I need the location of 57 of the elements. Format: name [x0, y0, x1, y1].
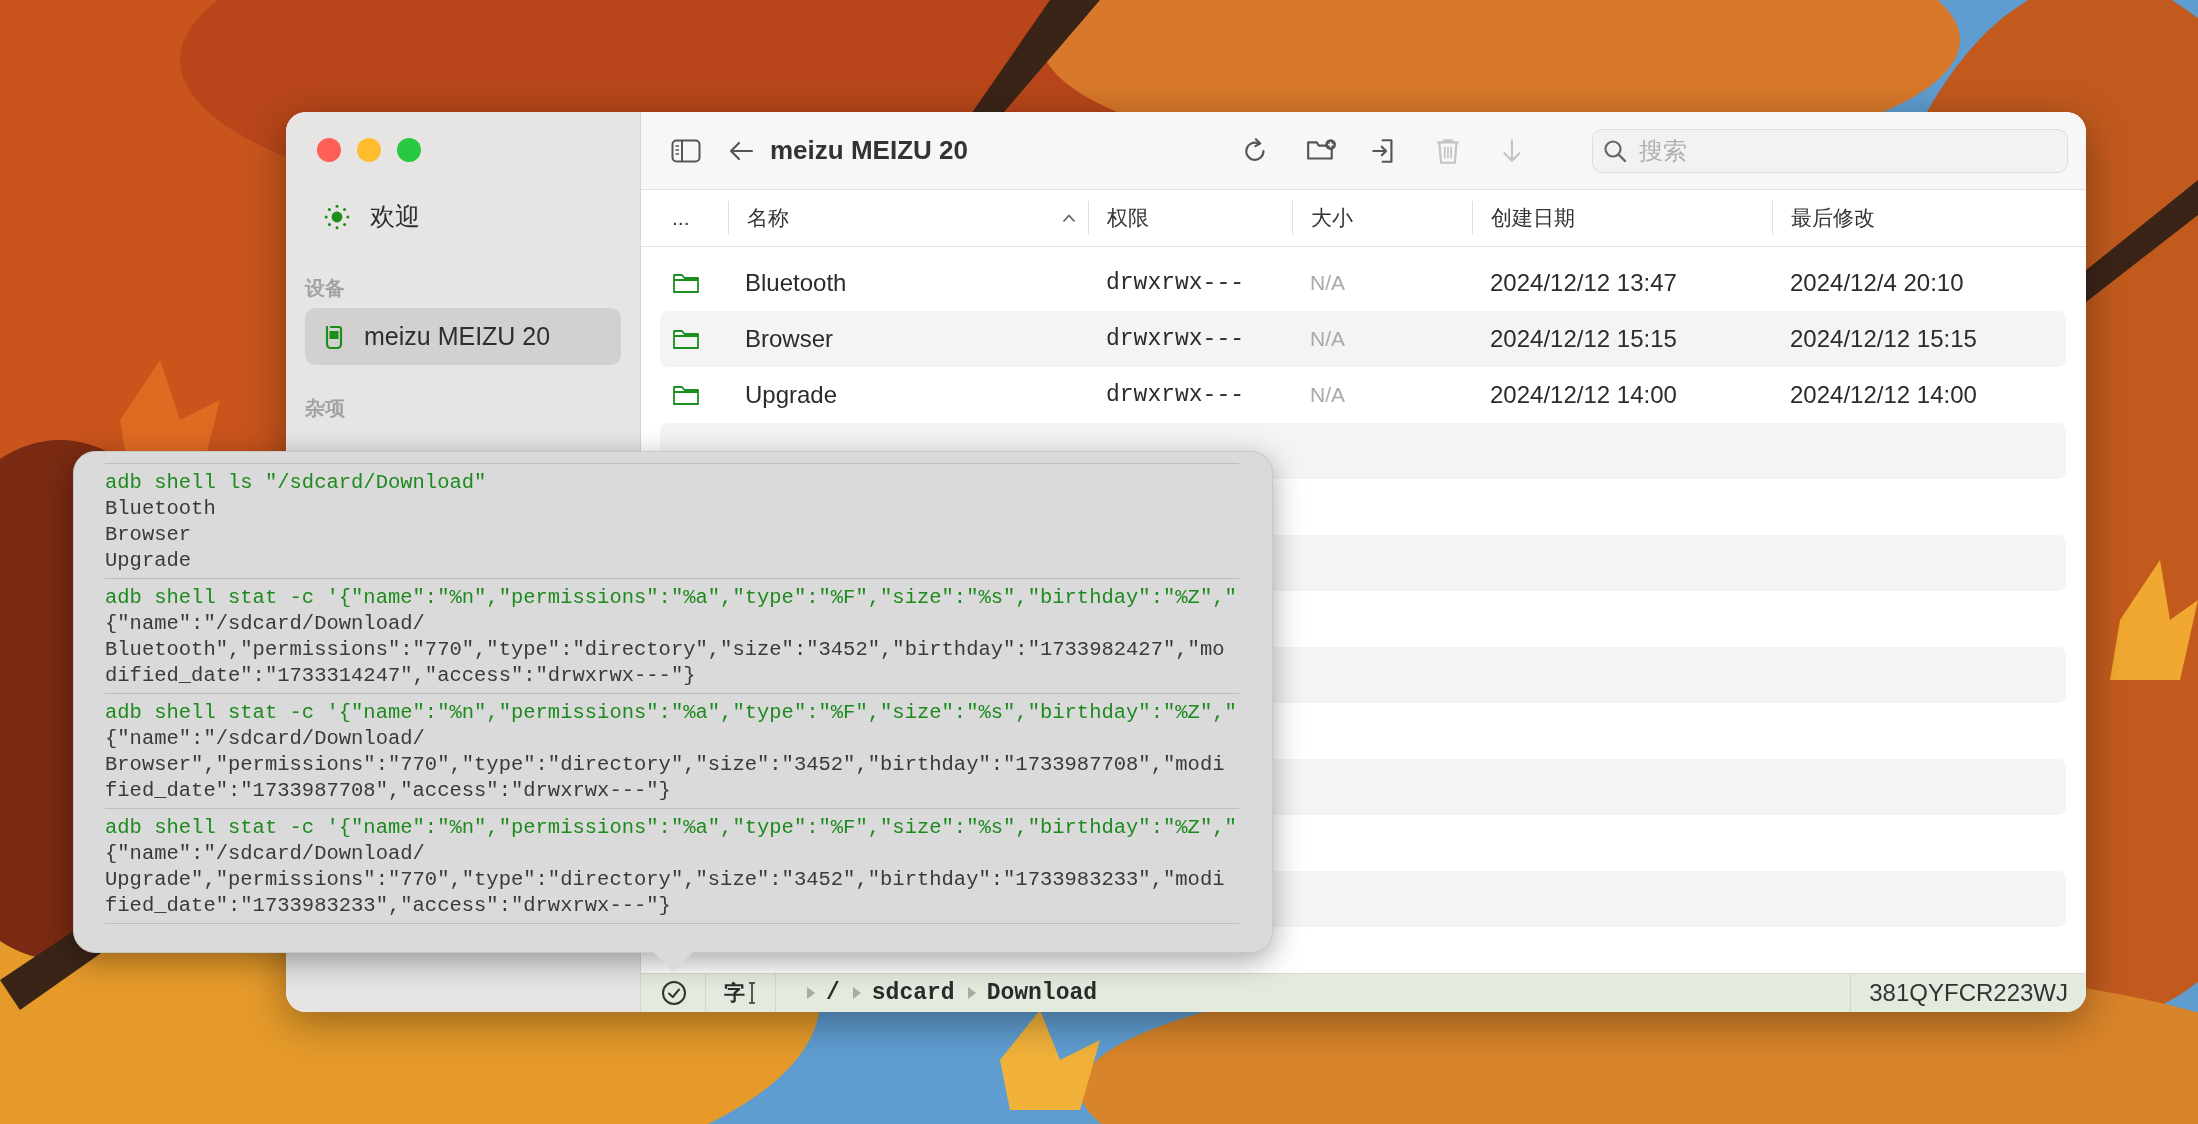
- table-cell: N/A: [1310, 327, 1345, 351]
- folder-icon: [672, 272, 700, 294]
- folder-icon: [672, 384, 700, 406]
- phone-icon: [324, 323, 344, 350]
- table-cell: Bluetooth: [745, 269, 847, 297]
- path-segment[interactable]: sdcard: [871, 980, 955, 1006]
- table-row[interactable]: Bluetooth drwxrwx--- N/A 2024/12/12 13:47 2024/12/4 20:10: [660, 255, 2066, 311]
- table-cell: 2024/12/12 15:15: [1790, 325, 1977, 353]
- input-mode-button[interactable]: 字: [724, 979, 757, 1007]
- sidebar-item[interactable]: 欢迎: [305, 188, 621, 245]
- table-row[interactable]: Upgrade drwxrwx--- N/A 2024/12/12 14:00 2024/12/12 14:00: [660, 367, 2066, 423]
- column-header[interactable]: 大小: [1292, 201, 1472, 235]
- column-header[interactable]: 权限: [1088, 201, 1292, 235]
- section-heading: 杂项: [305, 396, 346, 421]
- command-output: Bluetooth Browser Upgrade: [105, 496, 217, 574]
- search-field[interactable]: 搜索: [1592, 128, 2068, 173]
- table-cell: drwxrwx---: [1106, 382, 1245, 408]
- table-cell: 2024/12/12 14:00: [1490, 381, 1677, 409]
- path-arrow-icon: [966, 986, 977, 1000]
- column-header[interactable]: 创建日期: [1472, 201, 1772, 235]
- search-icon: [1603, 138, 1627, 163]
- table-cell: drwxrwx---: [1106, 270, 1245, 296]
- path-arrow-icon: [851, 986, 862, 1000]
- command-output: {"name":"/sdcard/Download/ Browser","permissions":"770","type":"directory","size":"3452","birthday":"1733987708","modi fied_date":"1733987708","access":"drwxrwx---"}: [105, 726, 1226, 804]
- sort-caret-icon: [1062, 213, 1076, 223]
- check-circle-icon[interactable]: [661, 980, 687, 1006]
- column-header[interactable]: ...: [660, 201, 728, 235]
- sun-icon: [324, 203, 350, 230]
- path-arrow-icon: [806, 986, 816, 1000]
- command-output: {"name":"/sdcard/Download/ Bluetooth","permissions":"770","type":"directory","size":"3452","birthday":"1733982427","mo dified_date":"1733314247","access":"drwxrwx---"}: [105, 611, 1226, 689]
- text-cursor-icon: [747, 981, 757, 1005]
- command-text: adb shell stat -c '{"name":"%n","permissions":"%a","type":"%F","size":"%s","birthday":"%Z",": [105, 815, 1238, 841]
- column-header[interactable]: 名称: [728, 201, 1088, 235]
- table-cell: N/A: [1310, 271, 1345, 295]
- path-segment[interactable]: Download: [986, 980, 1098, 1006]
- sidebar-toggle-icon[interactable]: [671, 138, 701, 163]
- table-cell: 2024/12/12 15:15: [1490, 325, 1677, 353]
- table-cell: 2024/12/12 13:47: [1490, 269, 1677, 297]
- command-text: adb shell stat -c '{"name":"%n","permissions":"%a","type":"%F","size":"%s","birthday":"%Z",": [105, 585, 1238, 611]
- back-icon[interactable]: [728, 139, 754, 162]
- device-serial: 381QYFCR223WJ: [1869, 979, 2068, 1007]
- folder-icon: [672, 328, 700, 350]
- window-title: meizu MEIZU 20: [770, 135, 968, 166]
- sidebar-item[interactable]: meizu MEIZU 20: [305, 308, 621, 365]
- section-heading: 设备: [305, 276, 346, 301]
- table-cell: 2024/12/4 20:10: [1790, 269, 1964, 297]
- table-row[interactable]: Browser drwxrwx--- N/A 2024/12/12 15:15 2024/12/12 15:15: [660, 311, 2066, 367]
- command-text: adb shell stat -c '{"name":"%n","permissions":"%a","type":"%F","size":"%s","birthday":"%Z",": [105, 700, 1238, 726]
- table-cell: Upgrade: [745, 381, 838, 409]
- table-cell: Browser: [745, 325, 834, 353]
- table-cell: N/A: [1310, 383, 1345, 407]
- command-text: adb shell ls "/sdcard/Download": [105, 470, 488, 496]
- command-output: {"name":"/sdcard/Download/ Upgrade","permissions":"770","type":"directory","size":"3452","birthday":"1733983233","modi fied_date":"1733983233","access":"drwxrwx---"}: [105, 841, 1226, 919]
- path-segment[interactable]: /: [826, 980, 840, 1006]
- table-cell: 2024/12/12 14:00: [1790, 381, 1977, 409]
- column-header[interactable]: 最后修改: [1772, 201, 2066, 235]
- table-cell: drwxrwx---: [1106, 326, 1245, 352]
